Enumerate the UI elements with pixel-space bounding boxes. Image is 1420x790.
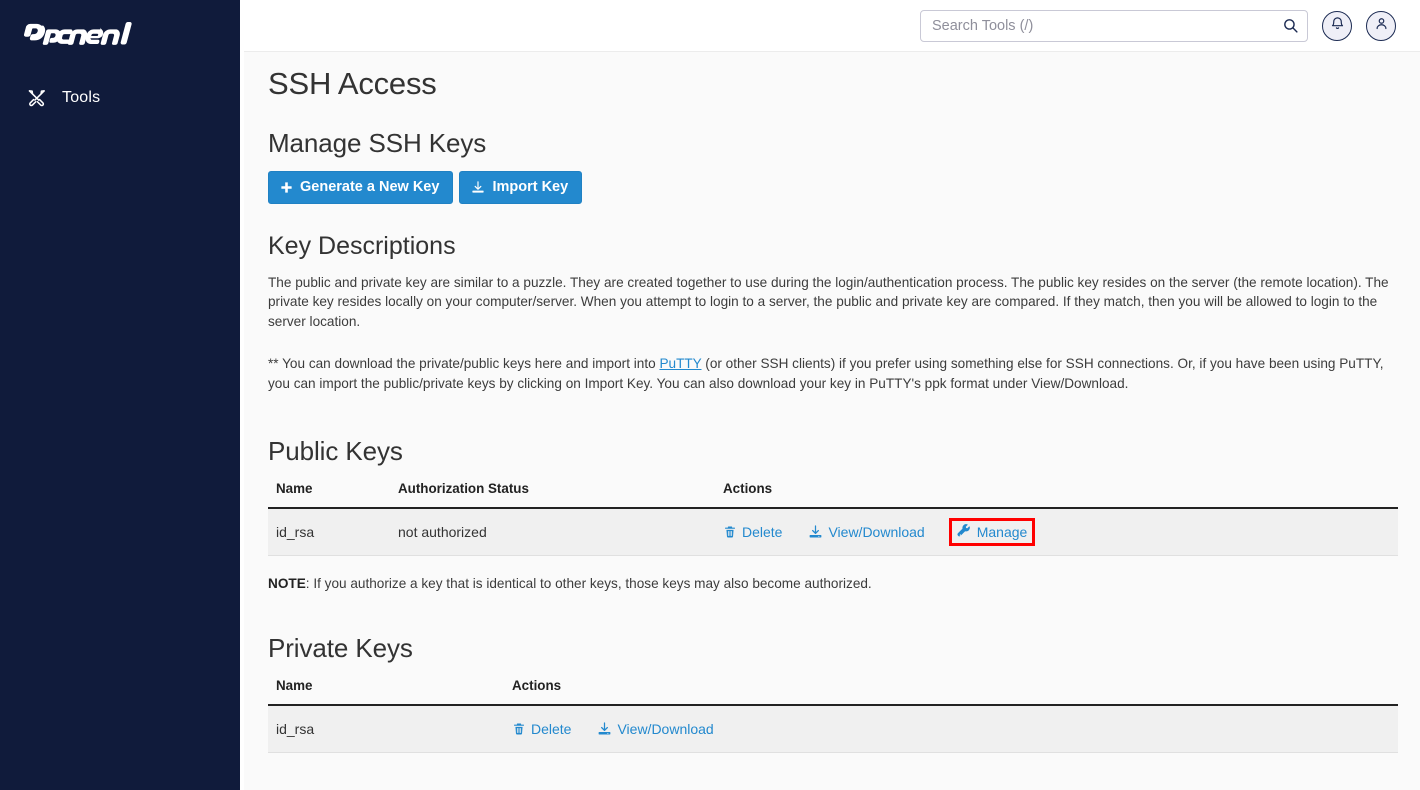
sidebar: Tools	[0, 0, 240, 790]
private-key-name: id_rsa	[268, 704, 504, 753]
delete-public-key-link[interactable]: Delete	[723, 524, 782, 540]
column-header-authorization-status: Authorization Status	[390, 480, 715, 509]
public-keys-table-head: Name Authorization Status Actions	[268, 480, 1398, 509]
table-header-row: Name Actions	[268, 677, 1398, 706]
cpanel-logo[interactable]	[0, 0, 240, 62]
public-key-actions-cell: Delete View/Download Manage	[715, 507, 1398, 556]
private-keys-heading: Private Keys	[268, 632, 413, 663]
wrench-icon	[957, 524, 972, 539]
public-keys-note: NOTE: If you authorize a key that is ide…	[268, 576, 1398, 591]
key-descriptions-heading: Key Descriptions	[268, 231, 456, 260]
note-label: NOTE	[268, 575, 306, 591]
bell-icon	[1330, 16, 1345, 36]
table-header-row: Name Authorization Status Actions	[268, 480, 1398, 509]
cpanel-app-window: Tools Search Tools (/) SSH Access Manage…	[0, 0, 1420, 790]
generate-new-key-button[interactable]: Generate a New Key	[268, 171, 454, 204]
table-row: id_rsa not authorized Delete View/Downlo…	[268, 507, 1398, 556]
content-scroll-area[interactable]: SSH Access Manage SSH Keys Generate a Ne…	[244, 52, 1420, 790]
trash-icon	[723, 525, 737, 539]
search-input[interactable]	[920, 9, 1308, 42]
download-icon	[597, 721, 612, 736]
public-keys-heading: Public Keys	[268, 435, 403, 466]
paragraph-2-before-link: ** You can download the private/public k…	[268, 356, 660, 372]
private-keys-table: Name Actions id_rsa Delete View/Download	[268, 677, 1398, 753]
notifications-button[interactable]	[1322, 10, 1352, 41]
manage-public-key-link[interactable]: Manage	[957, 523, 1028, 540]
view-download-private-key-link[interactable]: View/Download	[597, 720, 714, 737]
key-descriptions-paragraph-1: The public and private key are similar t…	[268, 274, 1389, 330]
import-upload-icon	[471, 180, 485, 194]
public-keys-table-body: id_rsa not authorized Delete View/Downlo…	[268, 507, 1398, 556]
note-text: : If you authorize a key that is identic…	[305, 575, 872, 591]
user-account-button[interactable]	[1366, 10, 1396, 41]
tools-icon	[26, 87, 48, 109]
delete-private-key-label: Delete	[531, 720, 572, 737]
private-keys-table-body: id_rsa Delete View/Download	[268, 704, 1398, 753]
manage-ssh-keys-heading: Manage SSH Keys	[268, 128, 487, 158]
download-icon	[808, 524, 823, 539]
column-header-actions: Actions	[504, 677, 1398, 706]
key-actions-toolbar: Generate a New Key Import Key	[268, 171, 1398, 204]
user-icon	[1374, 16, 1389, 36]
manage-public-key-label: Manage	[976, 523, 1028, 540]
putty-link[interactable]: PuTTY	[659, 356, 701, 371]
sidebar-item-tools[interactable]: Tools	[0, 80, 240, 116]
sidebar-item-label: Tools	[62, 89, 101, 106]
import-key-label: Import Key	[492, 179, 569, 195]
delete-public-key-label: Delete	[742, 523, 783, 540]
public-keys-table: Name Authorization Status Actions id_rsa…	[268, 480, 1398, 556]
sidebar-nav: Tools	[0, 80, 240, 116]
search-container	[920, 9, 1308, 42]
view-download-private-key-label: View/Download	[617, 720, 714, 737]
trash-icon	[512, 722, 526, 736]
column-header-name: Name	[268, 480, 390, 509]
key-descriptions-paragraph-2: ** You can download the private/public k…	[268, 354, 1398, 394]
table-row: id_rsa Delete View/Download	[268, 704, 1398, 753]
delete-private-key-link[interactable]: Delete	[512, 721, 571, 737]
view-download-public-key-link[interactable]: View/Download	[808, 523, 925, 540]
private-keys-table-head: Name Actions	[268, 677, 1398, 706]
top-header-bar	[244, 0, 1420, 52]
import-key-button[interactable]: Import Key	[459, 171, 583, 204]
main-area: SSH Access Manage SSH Keys Generate a Ne…	[244, 0, 1420, 790]
plus-icon	[280, 181, 293, 194]
column-header-name: Name	[268, 677, 504, 706]
private-key-actions-cell: Delete View/Download	[504, 704, 1398, 753]
view-download-public-key-label: View/Download	[828, 523, 925, 540]
manage-link-highlight: Manage	[948, 517, 1036, 546]
column-header-actions: Actions	[715, 480, 1398, 509]
public-key-status: not authorized	[390, 507, 715, 556]
page-title: SSH Access	[268, 66, 437, 101]
public-key-name: id_rsa	[268, 507, 390, 556]
generate-new-key-label: Generate a New Key	[300, 179, 440, 195]
